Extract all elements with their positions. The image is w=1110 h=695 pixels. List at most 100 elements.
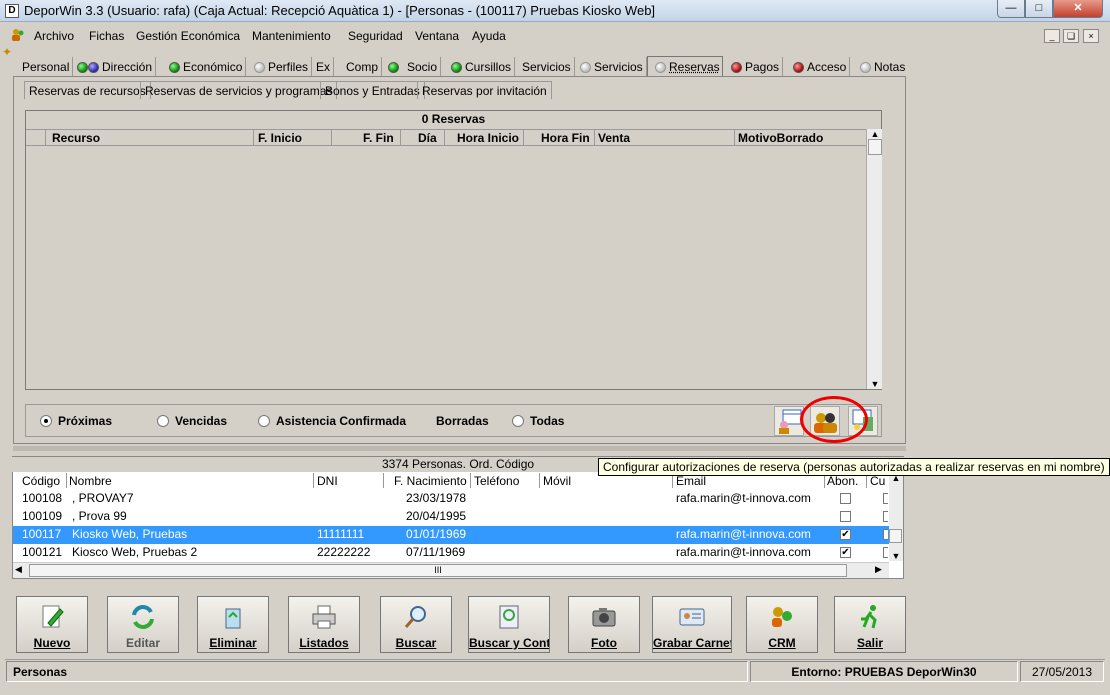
column-divider xyxy=(400,129,401,146)
abon-checkbox[interactable] xyxy=(840,511,851,522)
table-row[interactable]: 100108 , PROVAY7 23/03/1978 rafa.marin@t… xyxy=(13,490,889,508)
column-header-f-nacimiento[interactable]: F. Nacimiento xyxy=(394,474,467,488)
button-label: Nuevo xyxy=(33,636,71,650)
grabar-carnet-button[interactable]: Grabar Carnet xyxy=(652,596,732,653)
subtab-reservas-invitacion[interactable]: Reservas por invitación xyxy=(417,81,552,99)
tab-cursillos[interactable]: Cursillos xyxy=(448,57,516,77)
buscar-y-controlar-button[interactable]: Buscar y Contr xyxy=(468,596,550,653)
column-header-recurso[interactable]: Recurso xyxy=(52,131,100,145)
cell-codigo: 100108 xyxy=(22,491,63,505)
menu-ventana[interactable]: Ventana xyxy=(415,29,459,43)
scroll-right-icon[interactable]: ▶ xyxy=(875,564,882,575)
column-header-dni[interactable]: DNI xyxy=(317,474,338,488)
scroll-thumb[interactable] xyxy=(889,529,902,543)
scroll-thumb[interactable]: III xyxy=(29,564,847,577)
salir-button[interactable]: Salir xyxy=(834,596,906,653)
abon-checkbox[interactable]: ✔ xyxy=(840,529,851,540)
maximize-button[interactable]: □ xyxy=(1025,0,1053,18)
filter-proximas-radio[interactable]: Próximas xyxy=(40,414,112,428)
menu-ayuda[interactable]: Ayuda xyxy=(472,29,506,43)
subtab-bonos-entradas[interactable]: Bonos y Entradas xyxy=(320,81,425,99)
cu-checkbox[interactable] xyxy=(883,493,888,504)
radio-button[interactable] xyxy=(157,415,169,427)
menu-seguridad[interactable]: Seguridad xyxy=(348,29,403,43)
mdi-minimize-button[interactable]: _ xyxy=(1044,29,1060,43)
tab-perfiles[interactable]: Perfiles xyxy=(251,57,313,77)
tab-personal[interactable]: Personal xyxy=(19,57,74,77)
close-button[interactable]: ✕ xyxy=(1053,0,1103,18)
menu-mantenimiento[interactable]: Mantenimiento xyxy=(252,29,331,43)
cu-checkbox[interactable] xyxy=(883,529,888,540)
mdi-close-button[interactable]: × xyxy=(1083,29,1099,43)
filter-vencidas-radio[interactable]: Vencidas xyxy=(157,414,227,428)
listados-button[interactable]: Listados xyxy=(288,596,360,653)
mdi-restore-button[interactable]: ❏ xyxy=(1063,29,1079,43)
reservas-grid[interactable] xyxy=(25,110,882,390)
filter-borradas[interactable]: Borradas xyxy=(436,414,489,428)
buscar-button[interactable]: Buscar xyxy=(380,596,452,653)
tab-economico[interactable]: Económico xyxy=(166,57,247,77)
personas-horizontal-scrollbar[interactable]: ◀ III ▶ xyxy=(13,562,889,578)
scroll-left-icon[interactable]: ◀ xyxy=(15,564,22,575)
scroll-down-icon[interactable]: ▼ xyxy=(889,551,903,561)
table-row[interactable]: 100109 , Prova 99 20/04/1995 xyxy=(13,508,889,526)
column-header-venta[interactable]: Venta xyxy=(598,131,630,145)
cu-checkbox[interactable] xyxy=(883,547,888,558)
filter-todas-radio[interactable]: Todas xyxy=(512,414,564,428)
foto-button[interactable]: Foto xyxy=(568,596,640,653)
tab-ex[interactable]: Ex xyxy=(313,57,335,77)
column-header-hora-fin[interactable]: Hora Fin xyxy=(541,131,590,145)
tab-servicios-2[interactable]: Servicios xyxy=(577,57,647,77)
tab-reservas[interactable]: Reservas xyxy=(652,57,723,77)
abon-checkbox[interactable]: ✔ xyxy=(840,547,851,558)
tab-notas[interactable]: Notas xyxy=(857,57,908,77)
column-header-f-inicio[interactable]: F. Inicio xyxy=(258,131,302,145)
editar-button[interactable]: Editar xyxy=(107,596,179,653)
menu-gestion-economica[interactable]: Gestión Económica xyxy=(136,29,240,43)
eliminar-button[interactable]: Eliminar xyxy=(197,596,269,653)
column-header-f-fin[interactable]: F. Fin xyxy=(363,131,394,145)
subtab-reservas-recursos[interactable]: Reservas de recursos xyxy=(24,81,151,99)
radio-button[interactable] xyxy=(40,415,52,427)
column-header-cu[interactable]: Cu xyxy=(870,474,885,488)
table-row[interactable]: 100121 Kiosco Web, Pruebas 2 22222222 07… xyxy=(13,544,889,562)
status-entorno: Entorno: PRUEBAS DeporWin30 xyxy=(750,661,1018,682)
splitter-bar[interactable] xyxy=(13,446,906,451)
column-header-email[interactable]: Email xyxy=(676,474,706,488)
personas-vertical-scrollbar[interactable]: ▲ ▼ xyxy=(889,473,903,561)
subtab-reservas-servicios[interactable]: Reservas de servicios y programas xyxy=(140,81,338,99)
reservas-vertical-scrollbar[interactable]: ▲ ▼ xyxy=(866,129,882,389)
crm-button[interactable]: CRM xyxy=(746,596,818,653)
nuevo-button[interactable]: Nuevo xyxy=(16,596,88,653)
column-header-codigo[interactable]: Código xyxy=(22,474,60,488)
column-header-abon[interactable]: Abon. xyxy=(827,474,858,488)
status-led-icon xyxy=(731,61,742,73)
cell-dni: 22222222 xyxy=(317,545,371,559)
tab-socio[interactable]: Socio xyxy=(385,57,442,77)
minimize-button[interactable]: — xyxy=(997,0,1025,18)
column-header-nombre[interactable]: Nombre xyxy=(69,474,112,488)
radio-label: Vencidas xyxy=(175,414,228,428)
filter-asistencia-radio[interactable]: Asistencia Confirmada xyxy=(258,414,406,428)
menu-archivo[interactable]: Archivo xyxy=(34,29,74,43)
table-row-selected[interactable]: 100117 Kiosko Web, Pruebas 11111111 01/0… xyxy=(13,526,889,544)
abon-checkbox[interactable] xyxy=(840,493,851,504)
cu-checkbox[interactable] xyxy=(883,511,888,522)
column-header-telefono[interactable]: Teléfono xyxy=(474,474,519,488)
scroll-up-icon[interactable]: ▲ xyxy=(867,129,883,139)
column-header-dia[interactable]: Día xyxy=(418,131,437,145)
scroll-down-icon[interactable]: ▼ xyxy=(867,379,883,389)
column-header-motivo-borrado[interactable]: MotivoBorrado xyxy=(738,131,823,145)
scroll-thumb[interactable] xyxy=(868,139,882,155)
radio-button[interactable] xyxy=(258,415,270,427)
radio-button[interactable] xyxy=(512,415,524,427)
status-led-icon xyxy=(77,61,88,73)
tab-comp[interactable]: Comp xyxy=(343,57,383,77)
column-header-movil[interactable]: Móvil xyxy=(543,474,571,488)
menu-fichas[interactable]: Fichas xyxy=(89,29,124,43)
tab-pagos[interactable]: Pagos xyxy=(728,57,784,77)
tab-direccion[interactable]: Dirección xyxy=(74,57,157,77)
tab-servicios-1[interactable]: Servicios xyxy=(519,57,575,77)
column-header-hora-inicio[interactable]: Hora Inicio xyxy=(457,131,519,145)
tab-acceso[interactable]: Acceso xyxy=(790,57,851,77)
